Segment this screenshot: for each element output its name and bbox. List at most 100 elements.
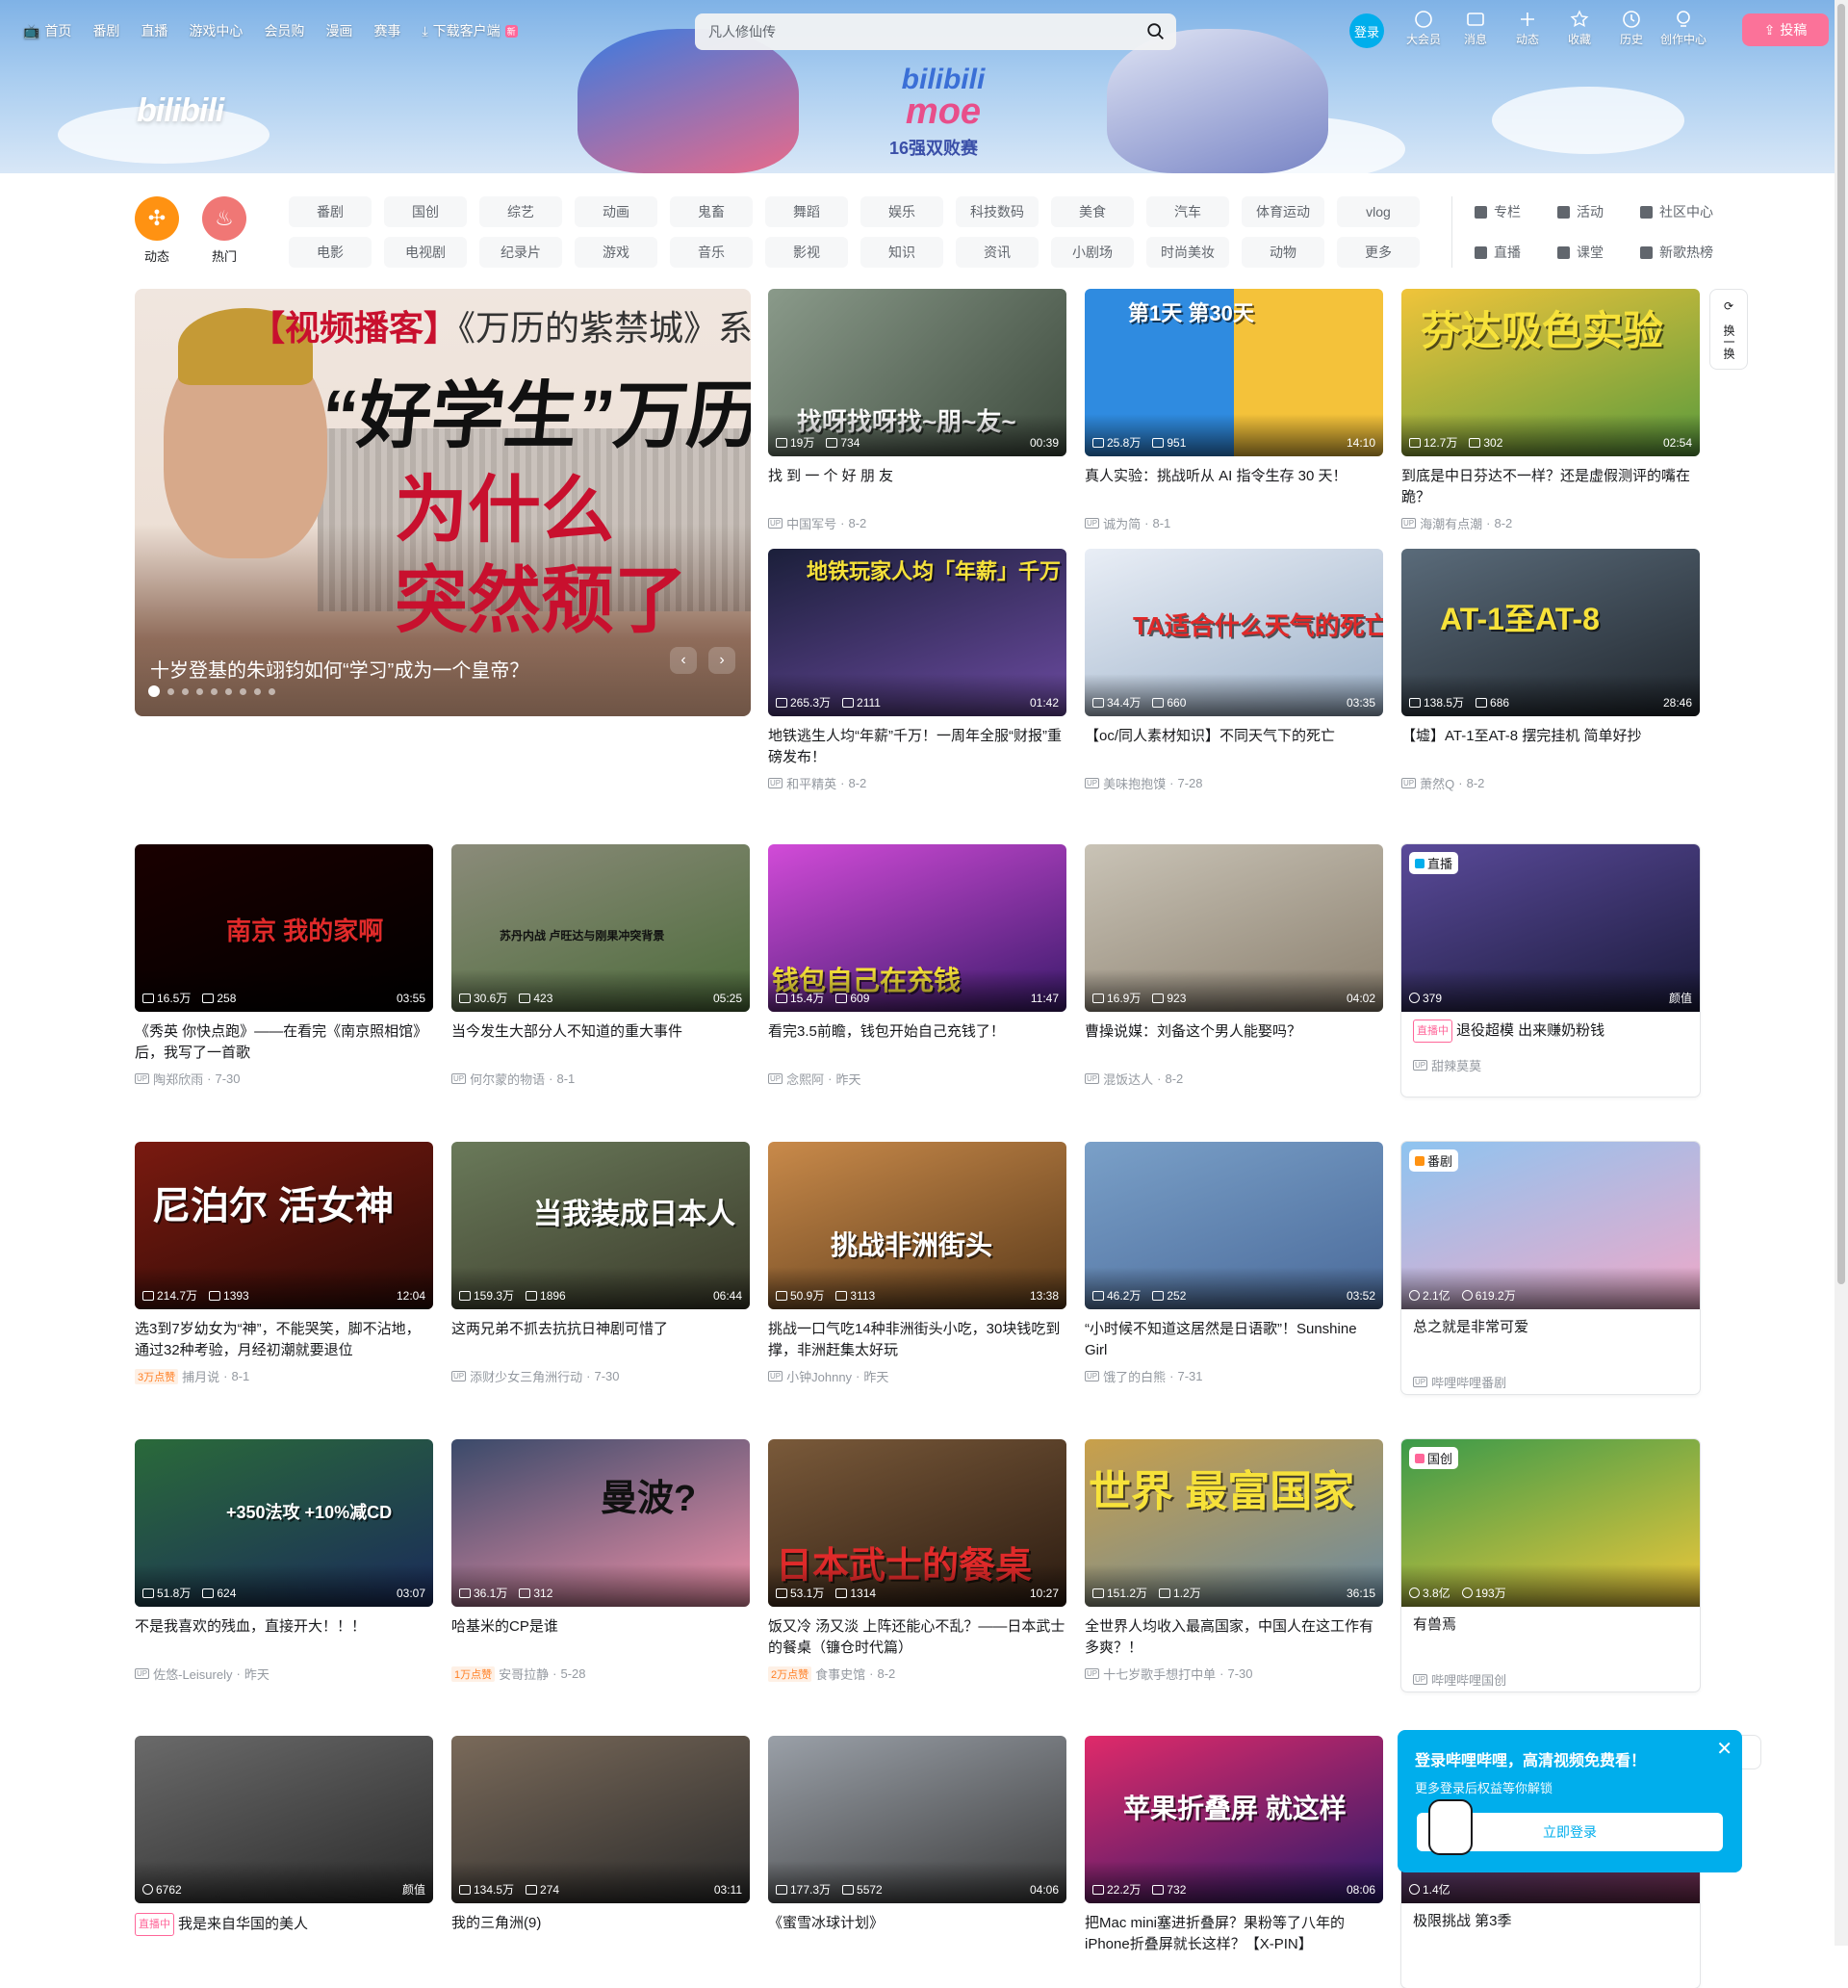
upload-button[interactable]: ⇪ 投稿 <box>1742 13 1829 46</box>
channel-tag[interactable]: 汽车 <box>1146 196 1229 227</box>
featured-carousel[interactable]: 【视频播客】《万历的紫禁城》系列02 “好学生”万历 为什么 突然颓了 十岁登基… <box>135 289 751 716</box>
video-thumbnail[interactable]: 南京 我的家啊 16.5万 258 03:55 <box>135 844 433 1012</box>
video-card[interactable]: 当我装成日本人 159.3万 1896 06:44 这两兄弟不抓去抗抗日神剧可惜了 UP 添… <box>451 1142 750 1385</box>
video-thumbnail[interactable]: 尼泊尔 活女神 214.7万 1393 12:04 <box>135 1142 433 1309</box>
nav-favorite[interactable]: 收藏 <box>1553 10 1605 47</box>
video-title[interactable]: 看完3.5前瞻，钱包开始自己充钱了！ <box>768 1021 1066 1064</box>
scrollbar[interactable] <box>1835 0 1848 1946</box>
video-thumbnail[interactable]: 芬达吸色实验 12.7万 302 02:54 <box>1401 289 1700 456</box>
video-title[interactable]: 【墟】AT-1至AT-8 摆完挂机 简单好抄 <box>1401 726 1700 768</box>
video-card[interactable]: 挑战非洲街头 50.9万 3113 13:38 挑战一口气吃14种非洲街头小吃，30块钱… <box>768 1142 1066 1385</box>
video-title[interactable]: 挑战一口气吃14种非洲街头小吃，30块钱吃到撑，非洲赶集太好玩 <box>768 1319 1066 1361</box>
nav-message[interactable]: 消息 <box>1450 10 1502 47</box>
video-title[interactable]: 把Mac mini塞进折叠屏？果粉等了八年的iPhone折叠屏就长这样？【X-P… <box>1085 1913 1383 1955</box>
video-title[interactable]: “小时候不知道这居然是日语歌”！Sunshine Girl <box>1085 1319 1383 1361</box>
video-card[interactable]: TA适合什么天气的死亡? 34.4万 660 03:35 【oc/同人素材知识】不同天气… <box>1085 549 1383 792</box>
live-card[interactable]: 直播 379 颜值 直播中 退役超模 出来赚奶粉钱 UP 甜辣莫莫 <box>1401 844 1700 1097</box>
side-link-live[interactable]: 直播 <box>1475 237 1550 268</box>
nav-live[interactable]: 直播 <box>141 21 167 40</box>
side-link-activity[interactable]: 活动 <box>1557 196 1632 227</box>
channel-tag[interactable]: 电影 <box>289 237 372 268</box>
nav-shop[interactable]: 会员购 <box>264 21 304 40</box>
video-card[interactable]: 曼波? 36.1万 312 哈基米的CP是谁 1万点赞 安哥拉静 · 5-28 <box>451 1439 750 1683</box>
video-card[interactable]: 第1天 第30天 25.8万 951 14:10 真人实验：挑战听从 AI 指令生存 3… <box>1085 289 1383 532</box>
video-meta[interactable]: UP 美味抱抱馍 · 7-28 <box>1085 774 1383 792</box>
season-card[interactable]: 国创 3.8亿 193万 有兽焉 UP 哔哩哔哩国创 <box>1401 1439 1700 1691</box>
video-thumbnail[interactable]: 世界 最富国家 151.2万 1.2万 36:15 <box>1085 1439 1383 1607</box>
nav-creator[interactable]: 创作中心 <box>1657 10 1709 47</box>
video-card[interactable]: 世界 最富国家 151.2万 1.2万 36:15 全世界人均收入最高国家，中国人在这工… <box>1085 1439 1383 1683</box>
channel-tag[interactable]: 科技数码 <box>956 196 1039 227</box>
video-card[interactable]: 地铁玩家人均「年薪」千万 265.3万 2111 01:42 地铁逃生人均“年薪”千万！… <box>768 549 1066 792</box>
channel-tag[interactable]: 动物 <box>1242 237 1324 268</box>
scrollbar-thumb[interactable] <box>1837 4 1845 1284</box>
video-thumbnail[interactable]: 46.2万 252 03:52 <box>1085 1142 1383 1309</box>
video-meta[interactable]: UP 混饭达人 · 8-2 <box>1085 1070 1383 1088</box>
channel-tag[interactable]: 动画 <box>575 196 657 227</box>
channel-tag[interactable]: 体育运动 <box>1242 196 1324 227</box>
video-title[interactable]: 地铁逃生人均“年薪”千万！一周年全服“财报”重磅发布！ <box>768 726 1066 768</box>
video-card[interactable]: 16.9万 923 04:02 曹操说媒：刘备这个男人能娶吗？ UP 混饭达人 · 8-2 <box>1085 844 1383 1088</box>
video-title[interactable]: 真人实验：挑战听从 AI 指令生存 30 天！ <box>1085 466 1383 508</box>
side-link-music[interactable]: 新歌热榜 <box>1640 237 1736 268</box>
live-card[interactable]: 6762 颜值 直播中 我是来自华国的美人 <box>135 1736 433 1936</box>
channel-tag[interactable]: 电视剧 <box>384 237 467 268</box>
channel-tag[interactable]: vlog <box>1337 196 1420 227</box>
nav-manga[interactable]: 漫画 <box>325 21 352 40</box>
video-thumbnail[interactable]: 16.9万 923 04:02 <box>1085 844 1383 1012</box>
video-thumbnail[interactable]: AT-1至AT-8 138.5万 686 28:46 <box>1401 549 1700 716</box>
card-title[interactable]: 直播中 退役超模 出来赚奶粉钱 <box>1413 1020 1688 1043</box>
video-thumbnail[interactable]: 苹果折叠屏 就这样 22.2万 732 08:06 <box>1085 1736 1383 1903</box>
video-thumbnail[interactable]: 当我装成日本人 159.3万 1896 06:44 <box>451 1142 750 1309</box>
video-title[interactable]: 饭又冷 汤又淡 上阵还能心不乱？——日本武士的餐桌（镰仓时代篇） <box>768 1616 1066 1659</box>
video-card[interactable]: 46.2万 252 03:52 “小时候不知道这居然是日语歌”！Sunshine Gi… <box>1085 1142 1383 1385</box>
video-thumbnail[interactable]: 苏丹内战 卢旺达与刚果冲突背景 30.6万 423 05:25 <box>451 844 750 1012</box>
video-meta[interactable]: UP 小钟Johnny · 昨天 <box>768 1367 1066 1385</box>
video-card[interactable]: 尼泊尔 活女神 214.7万 1393 12:04 选3到7岁幼女为“神”，不能哭笑，脚… <box>135 1142 433 1385</box>
video-thumbnail[interactable]: 钱包自己在充钱15.4万60911:47 <box>768 844 1066 1012</box>
carousel-prev-button[interactable]: ‹ <box>670 647 697 674</box>
login-avatar-button[interactable]: 登录 <box>1349 13 1384 48</box>
video-card[interactable]: +350法攻 +10%减CD 51.8万 624 03:07 不是我喜欢的残血，直接开大… <box>135 1439 433 1683</box>
video-title[interactable]: 这两兄弟不抓去抗抗日神剧可惜了 <box>451 1319 750 1361</box>
side-link-class[interactable]: 课堂 <box>1557 237 1632 268</box>
video-thumbnail[interactable]: 日本武士的餐桌53.1万131410:27 <box>768 1439 1066 1607</box>
card-thumbnail[interactable]: 直播 379 颜值 <box>1401 844 1700 1012</box>
channel-tag[interactable]: 美食 <box>1051 196 1134 227</box>
video-card[interactable]: 芬达吸色实验 12.7万 302 02:54 到底是中日芬达不一样？还是虚假测评的嘴在跪… <box>1401 289 1700 532</box>
video-meta[interactable]: UP 中国军号 · 8-2 <box>768 514 1066 532</box>
video-title[interactable]: 全世界人均收入最高国家，中国人在这工作有多爽？！ <box>1085 1616 1383 1659</box>
channel-tag[interactable]: 纪录片 <box>479 237 562 268</box>
video-title[interactable]: 当今发生大部分人不知道的重大事件 <box>451 1021 750 1064</box>
video-title[interactable]: 不是我喜欢的残血，直接开大！！！ <box>135 1616 433 1659</box>
video-card[interactable]: 苹果折叠屏 就这样 22.2万 732 08:06 把Mac mini塞进折叠屏？果粉等… <box>1085 1736 1383 1955</box>
video-title[interactable]: 我的三角洲(9) <box>451 1913 750 1955</box>
video-title[interactable]: 找 到 一 个 好 朋 友 <box>768 466 1066 508</box>
channel-tag-more[interactable]: 更多 <box>1337 237 1420 268</box>
video-thumbnail[interactable]: 地铁玩家人均「年薪」千万 265.3万 2111 01:42 <box>768 549 1066 716</box>
carousel-dots[interactable] <box>148 685 275 697</box>
nav-download[interactable]: ⤓ 下载客户端新 <box>422 21 518 40</box>
channel-tag[interactable]: 鬼畜 <box>670 196 753 227</box>
video-meta[interactable]: UP 佐悠-Leisurely · 昨天 <box>135 1665 433 1683</box>
channel-tag[interactable]: 时尚美妆 <box>1146 237 1229 268</box>
channel-tag[interactable]: 影视 <box>765 237 848 268</box>
video-meta[interactable]: UP 诚为简 · 8-1 <box>1085 514 1383 532</box>
video-meta[interactable]: 3万点赞 捕月说 · 8-1 <box>135 1367 433 1385</box>
video-card[interactable]: 钱包自己在充钱15.4万60911:47看完3.5前瞻，钱包开始自己充钱了！UP… <box>768 844 1066 1088</box>
nav-esports[interactable]: 赛事 <box>373 21 400 40</box>
video-card[interactable]: AT-1至AT-8 138.5万 686 28:46 【墟】AT-1至AT-8 摆完挂机… <box>1401 549 1700 792</box>
video-title[interactable]: 曹操说媒：刘备这个男人能娶吗？ <box>1085 1021 1383 1064</box>
card-thumbnail[interactable]: 国创 3.8亿 193万 <box>1401 1439 1700 1607</box>
channel-tag[interactable]: 知识 <box>860 237 943 268</box>
video-meta[interactable]: 1万点赞 安哥拉静 · 5-28 <box>451 1665 750 1683</box>
channel-tag[interactable]: 舞蹈 <box>765 196 848 227</box>
video-thumbnail[interactable]: 177.3万 5572 04:06 <box>768 1736 1066 1903</box>
refresh-button[interactable]: ⟳ 换一换 <box>1709 289 1748 370</box>
side-link-community[interactable]: 社区中心 <box>1640 196 1736 227</box>
card-title[interactable]: 有兽焉 <box>1413 1614 1688 1636</box>
search-input[interactable]: 凡人修仙传 <box>695 13 1176 50</box>
nav-vip[interactable]: 大会员 <box>1398 10 1450 47</box>
video-thumbnail[interactable]: TA适合什么天气的死亡? 34.4万 660 03:35 <box>1085 549 1383 716</box>
video-meta[interactable]: UP 何尔蒙的物语 · 8-1 <box>451 1070 750 1088</box>
